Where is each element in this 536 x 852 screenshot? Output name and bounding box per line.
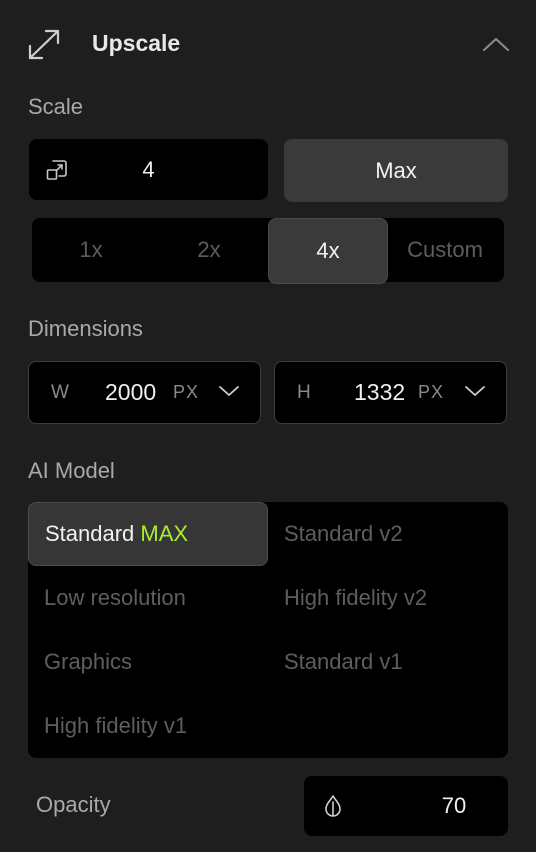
width-unit: PX	[173, 382, 200, 402]
scale-value: 4	[142, 156, 155, 182]
dimensions-label: Dimensions	[28, 316, 143, 341]
scale-label: Scale	[28, 94, 84, 119]
model-option-high-fidelity-v2[interactable]: High fidelity v2	[268, 566, 508, 630]
model-option-standard-v1[interactable]: Standard v1	[268, 630, 508, 694]
width-value: 2000	[105, 379, 157, 405]
model-option-graphics[interactable]: Graphics	[28, 630, 268, 694]
height-value: 1332	[354, 379, 406, 405]
panel-title: Upscale	[92, 30, 181, 56]
chevron-down-icon[interactable]	[464, 384, 486, 398]
ai-model-label: AI Model	[28, 458, 115, 483]
scale-option-2x[interactable]: 2x	[150, 218, 268, 282]
scale-option-4x[interactable]: 4x	[268, 218, 388, 284]
max-button[interactable]: Max	[284, 139, 508, 202]
scale-input[interactable]: 4	[29, 139, 268, 200]
opacity-label: Opacity	[36, 792, 111, 817]
height-field[interactable]: H 1332 PX	[274, 361, 507, 424]
model-option-low-resolution[interactable]: Low resolution	[28, 566, 268, 630]
height-prefix: H	[297, 381, 311, 403]
opacity-value: 70	[441, 793, 467, 818]
drop-icon	[322, 794, 344, 818]
model-option-standard-v2[interactable]: Standard v2	[268, 502, 508, 566]
model-option-standard-max[interactable]: Standard MAX	[28, 502, 268, 566]
scale-option-custom[interactable]: Custom	[386, 218, 504, 282]
opacity-input[interactable]: 70	[304, 776, 508, 836]
model-option-highlight: MAX	[140, 521, 189, 546]
ai-model-grid: Standard MAX Standard v2 Low resolution …	[28, 502, 508, 758]
expand-arrows-icon	[26, 28, 62, 62]
height-unit: PX	[418, 382, 445, 402]
chevron-down-icon[interactable]	[218, 384, 240, 398]
width-field[interactable]: W 2000 PX	[28, 361, 261, 424]
model-option-high-fidelity-v1[interactable]: High fidelity v1	[28, 694, 268, 758]
scale-segmented-control: 1x 2x 4x Custom	[32, 218, 504, 284]
scale-option-1x[interactable]: 1x	[32, 218, 150, 282]
width-prefix: W	[51, 381, 69, 403]
chevron-up-icon[interactable]	[480, 34, 512, 54]
model-option-label: Standard	[45, 521, 135, 546]
